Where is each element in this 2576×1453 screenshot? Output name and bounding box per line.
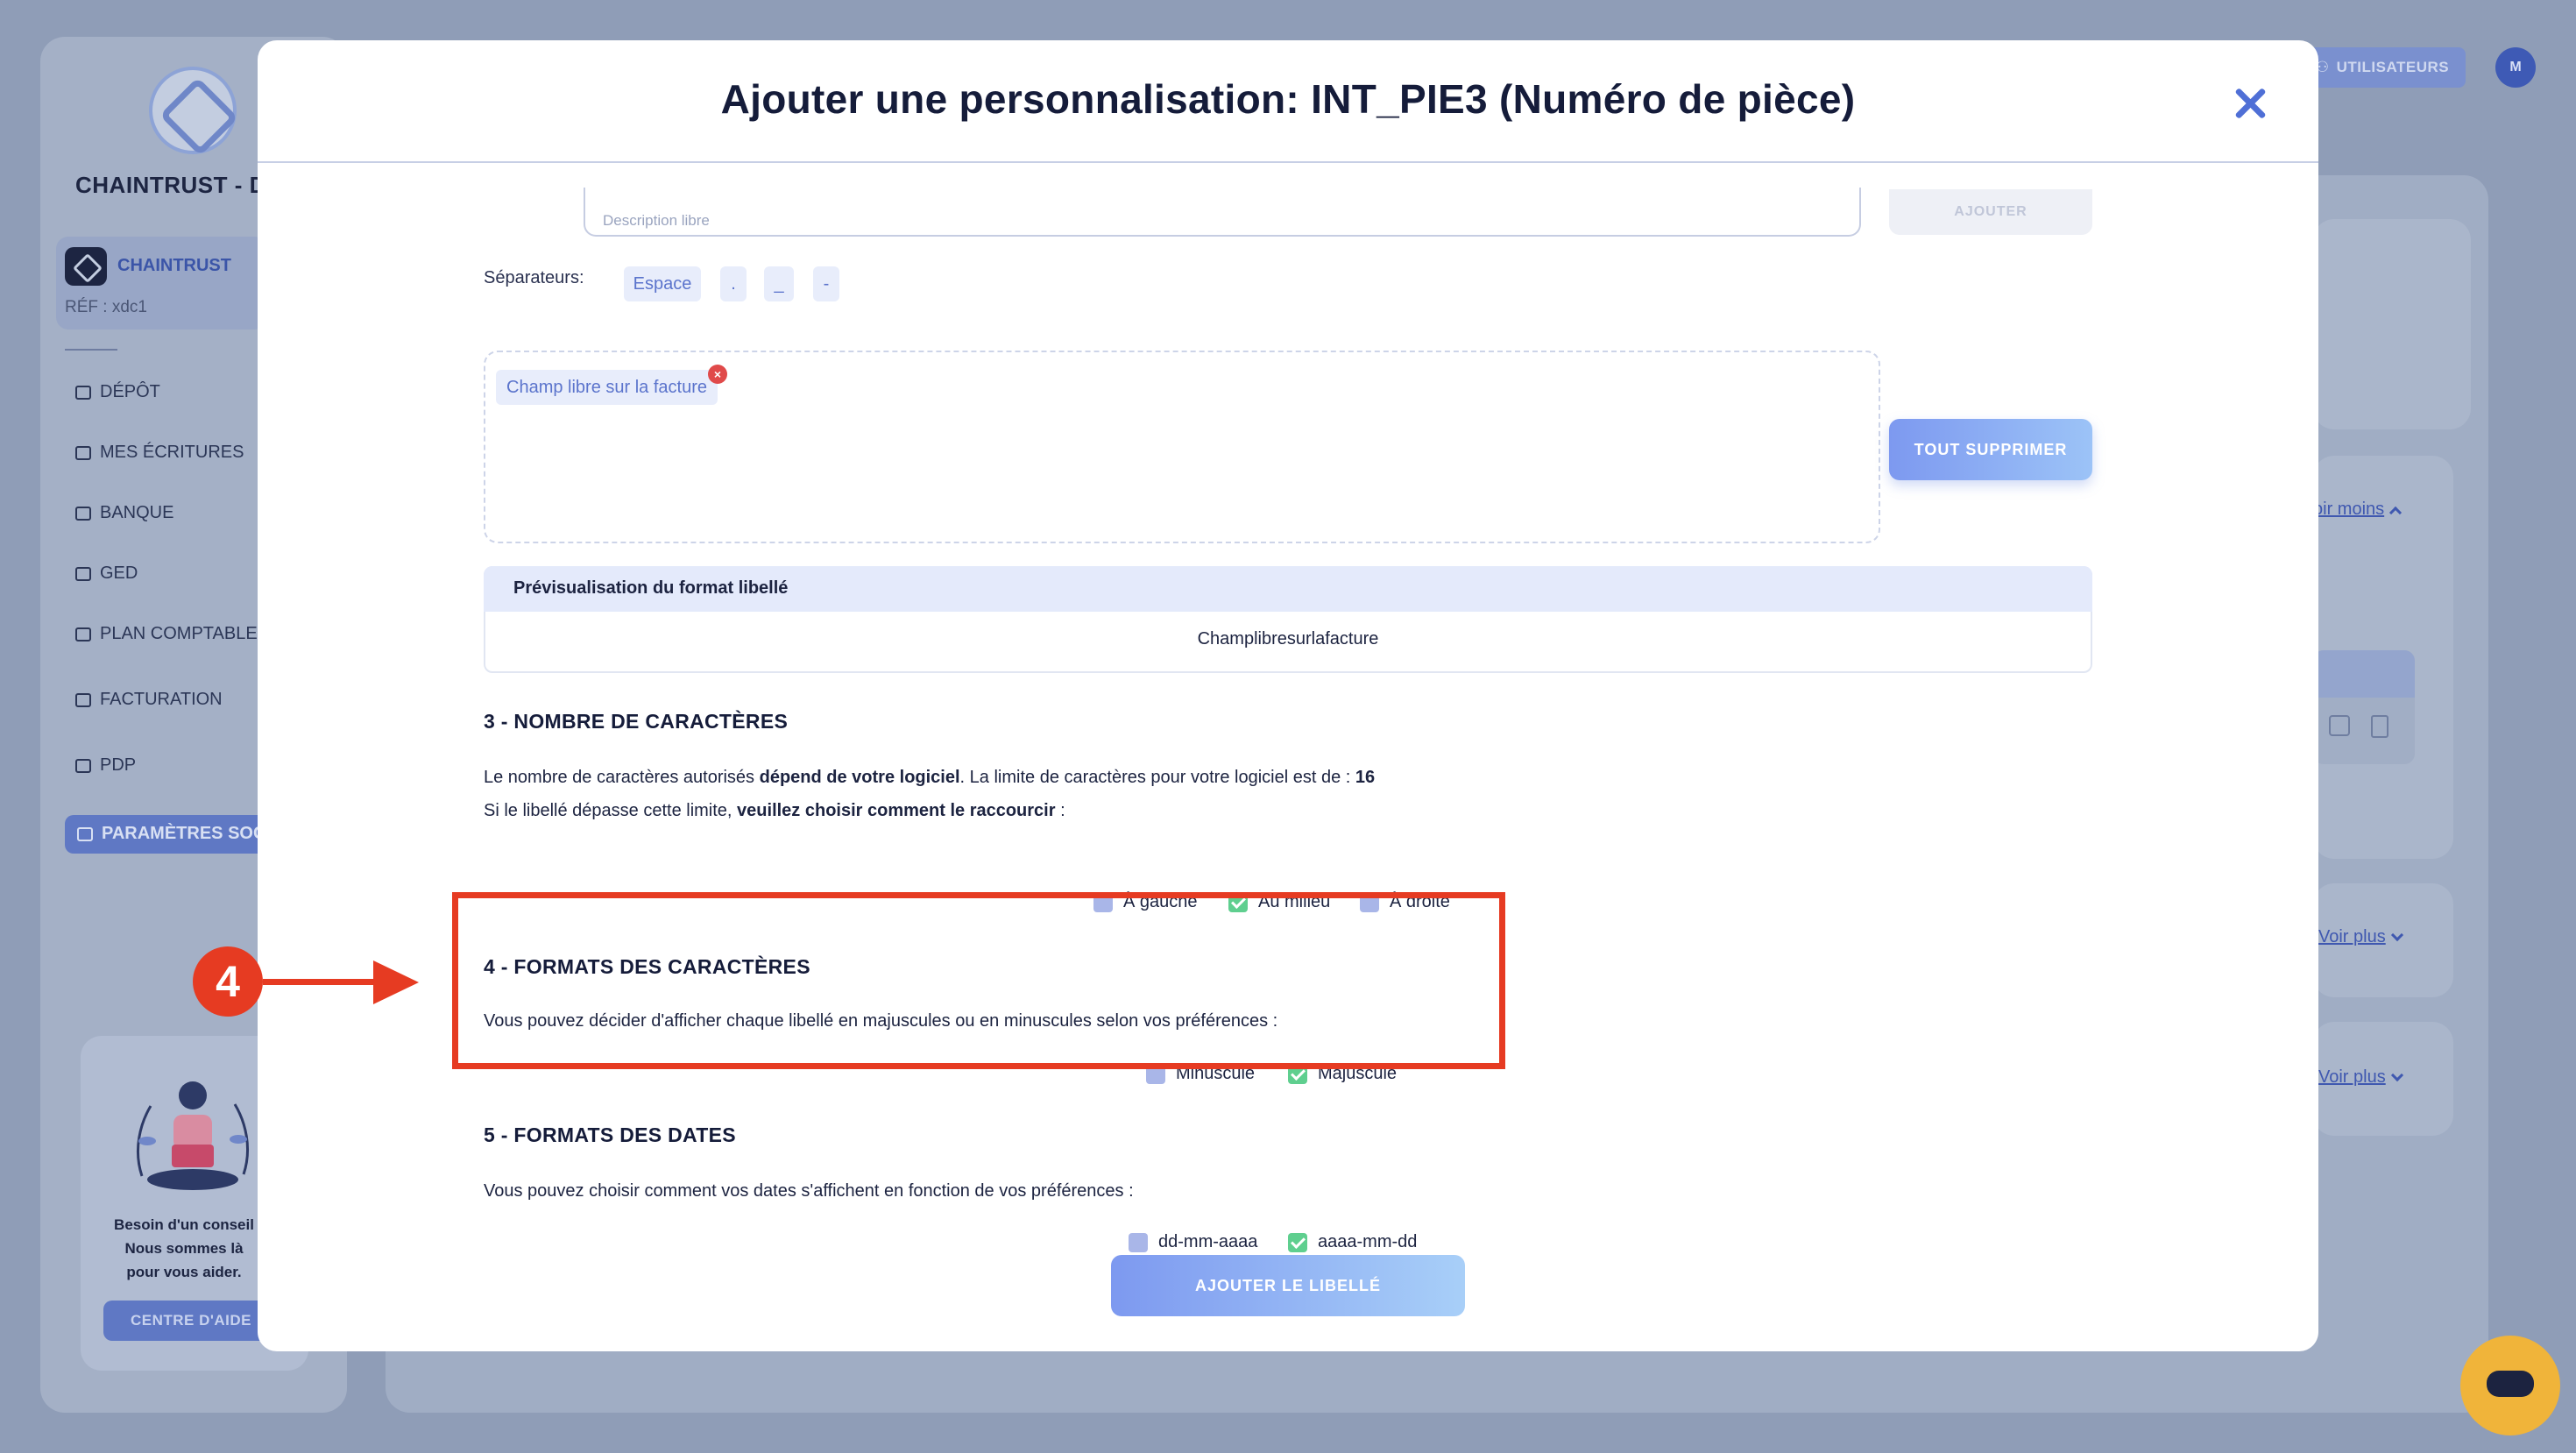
text-span: . La limite de caractères pour votre log… [959, 768, 1355, 787]
users-button-label: UTILISATEURS [2336, 59, 2450, 75]
arrow-icon [263, 979, 377, 985]
modal-header: Ajouter une personnalisation: INT_PIE3 (… [258, 40, 2318, 163]
checkbox[interactable] [1129, 1232, 1148, 1252]
sidebar-item-label: PLAN COMPTABLE [100, 624, 258, 643]
section-5-text: Vous pouvez choisir comment vos dates s'… [484, 1181, 1134, 1201]
text-bold: veuillez choisir comment le raccourcir [737, 801, 1056, 820]
modal-title: Ajouter une personnalisation: INT_PIE3 (… [720, 76, 1856, 122]
sidebar-item-parametres-label: PARAMÈTRES SOC [77, 824, 265, 844]
personalization-modal: Ajouter une personnalisation: INT_PIE3 (… [258, 40, 2318, 1351]
help-line: Besoin d'un conseil [114, 1216, 254, 1233]
help-line: pour vous aider. [126, 1264, 242, 1280]
bank-icon [75, 506, 91, 521]
text-bold: dépend de votre logiciel [759, 768, 960, 787]
help-center-button[interactable]: CENTRE D'AIDE [103, 1301, 279, 1341]
step-highlight-box [452, 892, 1505, 1069]
close-icon[interactable] [2231, 84, 2269, 123]
sidebar-item-depot[interactable]: DÉPÔT [75, 382, 160, 402]
section-3-text-1: Le nombre de caractères autorisés dépend… [484, 768, 1375, 788]
client-logo-icon [65, 247, 107, 286]
client-ref: RÉF : xdc1 [65, 298, 147, 316]
checkbox[interactable] [1288, 1232, 1307, 1252]
sidebar-item-label: FACTURATION [100, 690, 223, 709]
chaintrust-logo [149, 67, 237, 154]
separator-underscore[interactable]: _ [764, 266, 794, 301]
option-label: aaaa-mm-dd [1318, 1232, 1418, 1251]
section-5-title: 5 - FORMATS DES DATES [484, 1123, 736, 1146]
chat-icon[interactable] [2460, 1336, 2560, 1435]
sidebar-item-ecritures[interactable]: MES ÉCRITURES [75, 443, 244, 463]
step-badge: 4 [193, 946, 263, 1017]
help-text: Besoin d'un conseil Nous sommes là pour … [96, 1213, 272, 1284]
separator-dot[interactable]: . [720, 266, 747, 301]
main-card [2313, 219, 2471, 429]
document-icon [75, 566, 91, 581]
description-input[interactable] [584, 188, 1861, 237]
text-span: : [1055, 801, 1065, 820]
sidebar-item-banque[interactable]: BANQUE [75, 503, 173, 523]
voir-moins-link[interactable]: oir moins [2313, 500, 2403, 520]
option-label: dd-mm-aaaa [1158, 1232, 1258, 1251]
sidebar-item-label: BANQUE [100, 503, 174, 522]
sidebar-item-label: PARAMÈTRES SOC [102, 824, 266, 843]
chevron-down-icon [2390, 1068, 2403, 1081]
sidebar-item-pdp[interactable]: PDP [75, 755, 136, 776]
section-3-title: 3 - NOMBRE DE CARACTÈRES [484, 710, 789, 733]
separator-dash[interactable]: - [813, 266, 839, 301]
add-button[interactable]: AJOUTER [1889, 189, 2092, 235]
client-name: CHAINTRUST [117, 256, 231, 275]
voir-plus-link[interactable]: Voir plus [2318, 927, 2403, 947]
link-label: oir moins [2313, 500, 2385, 519]
card-icon [75, 758, 91, 773]
link-label: Voir plus [2318, 1067, 2386, 1087]
sidebar-item-label: GED [100, 563, 138, 583]
sidebar-item-label: MES ÉCRITURES [100, 443, 244, 462]
date-format-dmy-option[interactable]: dd-mm-aaaa [1129, 1232, 1257, 1252]
date-format-ymd-option[interactable]: aaaa-mm-dd [1288, 1232, 1417, 1252]
avatar[interactable]: M [2495, 47, 2536, 88]
book-icon [75, 627, 91, 641]
preview-header: Prévisualisation du format libellé [484, 566, 2092, 612]
sidebar-item-facturation[interactable]: FACTURATION [75, 690, 223, 710]
link-label: Voir plus [2318, 927, 2386, 946]
section-3-text-2: Si le libellé dépasse cette limite, veui… [484, 801, 1065, 821]
separators-label: Séparateurs: [484, 268, 584, 287]
folder-icon [75, 445, 91, 460]
edit-icon[interactable] [2329, 715, 2350, 736]
sidebar-item-label: DÉPÔT [100, 382, 160, 401]
sidebar-item-plan-comptable[interactable]: PLAN COMPTABLE [75, 624, 258, 644]
voir-plus-link[interactable]: Voir plus [2318, 1067, 2403, 1088]
upload-icon [75, 385, 91, 400]
trash-icon[interactable] [2371, 715, 2388, 738]
remove-tag-icon[interactable]: × [708, 365, 727, 384]
chevron-up-icon [2389, 506, 2403, 519]
format-tag[interactable]: Champ libre sur la facture [496, 370, 718, 405]
preview-value: Champlibresurlafacture [1197, 629, 1379, 649]
arrow-head-icon [373, 960, 419, 1004]
sliders-icon [77, 826, 93, 841]
add-label-button[interactable]: AJOUTER LE LIBELLÉ [1111, 1255, 1465, 1316]
company-name: CHAINTRUST - D [75, 172, 266, 198]
separator-space[interactable]: Espace [624, 266, 701, 301]
sidebar-item-label: PDP [100, 755, 137, 775]
chevron-down-icon [2390, 928, 2403, 941]
invoice-icon [75, 692, 91, 707]
sidebar-item-ged[interactable]: GED [75, 563, 138, 584]
help-line: Nous sommes là [124, 1240, 244, 1257]
clear-all-button[interactable]: TOUT SUPPRIMER [1889, 419, 2092, 480]
text-span: Si le libellé dépasse cette limite, [484, 801, 738, 820]
sidebar-divider [65, 349, 117, 351]
main-table-header [2313, 650, 2415, 698]
text-span: Le nombre de caractères autorisés [484, 768, 760, 787]
character-limit: 16 [1355, 768, 1376, 787]
users-button[interactable]: ⚇ UTILISATEURS [2299, 47, 2466, 88]
meditation-illustration [136, 1081, 250, 1190]
